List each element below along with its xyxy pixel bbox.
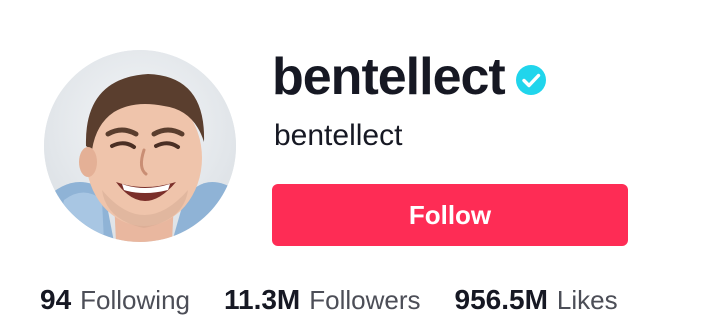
follow-button[interactable]: Follow [272, 184, 628, 246]
likes-stat: 956.5M Likes [455, 284, 618, 316]
following-count: 94 [40, 284, 72, 315]
profile-stats: 94 Following 11.3M Followers 956.5M Like… [40, 284, 618, 316]
likes-count: 956.5M [454, 284, 548, 315]
avatar[interactable] [44, 50, 236, 242]
following-label: Following [80, 285, 190, 315]
followers-stat[interactable]: 11.3M Followers [224, 284, 421, 316]
nickname: bentellect [274, 119, 403, 152]
verified-badge-icon [515, 64, 547, 96]
likes-label: Likes [556, 285, 618, 315]
following-stat[interactable]: 94 Following [40, 284, 190, 316]
username: bentellect [272, 48, 506, 106]
profile-photo [44, 50, 236, 242]
followers-count: 11.3M [223, 284, 301, 315]
username-row: bentellect [272, 44, 547, 110]
followers-label: Followers [309, 285, 421, 315]
